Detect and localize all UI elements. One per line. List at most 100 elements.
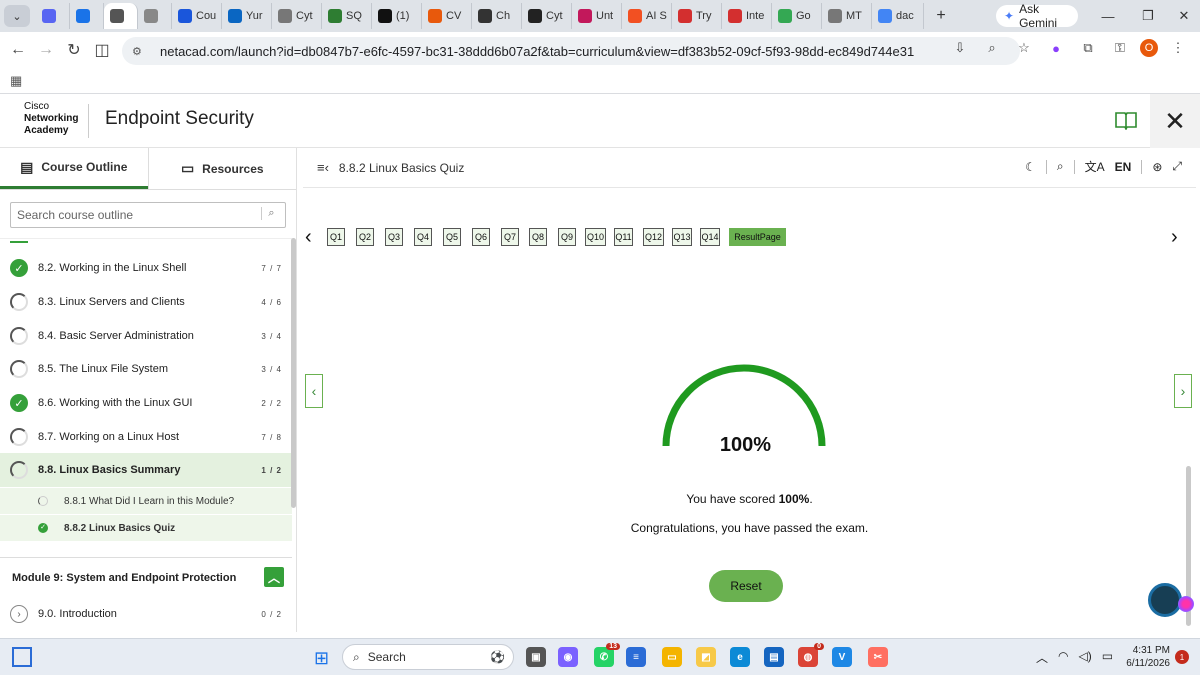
chevron-right-icon[interactable]: › [1171, 226, 1178, 249]
sidebar-item[interactable]: 8.4. Basic Server Administration 3 / 4 [0, 319, 292, 353]
edge-icon[interactable]: e [730, 647, 750, 667]
reload-icon[interactable]: ↻ [60, 36, 88, 64]
taskview-icon[interactable]: ▣ [526, 647, 546, 667]
bookmark-star-icon[interactable]: ☆ [1012, 36, 1036, 60]
next-page-button[interactable]: › [1174, 374, 1192, 408]
sidebar-item[interactable]: 8.5. The Linux File System 3 / 4 [0, 352, 292, 386]
back-icon[interactable]: ← [4, 36, 32, 64]
chevron-left-icon[interactable]: ‹ [305, 226, 312, 249]
search-icon[interactable]: ⌕ [261, 207, 281, 220]
browser-tab[interactable] [104, 3, 138, 29]
question-button[interactable]: Q11 [614, 228, 633, 246]
browser-tab[interactable] [70, 3, 104, 29]
expand-icon[interactable]: ⤢ [1172, 159, 1182, 174]
whatsapp-icon[interactable]: ✆ 13 [594, 643, 620, 667]
question-button[interactable]: Q13 [672, 228, 692, 246]
new-tab-button[interactable]: + [930, 7, 952, 25]
clock[interactable]: 4:31 PM 6/11/2026 [1124, 644, 1170, 670]
browser-tab[interactable] [36, 3, 70, 29]
address-bar[interactable]: ⚙ netacad.com/launch?id=db0847b7-e6fc-45… [122, 37, 1020, 65]
ask-gemini-button[interactable]: ✦ Ask Gemini [996, 2, 1078, 30]
extensions-icon[interactable]: ⧉ [1076, 36, 1100, 60]
previous-page-button[interactable]: ‹ [305, 374, 323, 408]
browser-tab[interactable]: Cou [172, 3, 222, 29]
profile-avatar[interactable]: O [1140, 39, 1158, 57]
close-course-button[interactable]: ✕ [1150, 94, 1200, 148]
translate-icon[interactable]: 文A [1085, 158, 1105, 175]
chevron-up-icon[interactable]: ︿ [1036, 649, 1048, 666]
copilot-icon[interactable]: ● [1044, 36, 1068, 60]
site-info-icon[interactable]: ⚙ [132, 45, 150, 58]
windows-start-icon[interactable]: ⊞ [314, 648, 329, 669]
browser-tab[interactable]: MT [822, 3, 872, 29]
question-button[interactable]: Q14 [700, 228, 720, 246]
question-button[interactable]: Q8 [529, 228, 547, 246]
question-button[interactable]: Q10 [585, 228, 606, 246]
apps-grid-icon[interactable]: ▦ [10, 73, 22, 89]
sidebar-item-9-0[interactable]: › 9.0. Introduction 0 / 2 [0, 597, 292, 631]
cisco-logo[interactable]: Cisco Networking Academy [24, 101, 78, 137]
minimize-button[interactable]: — [1088, 0, 1128, 32]
wifi-icon[interactable]: ◠ [1058, 649, 1068, 666]
window-close-button[interactable]: ✕ [1164, 0, 1200, 32]
dark-mode-icon[interactable]: ☾ [1025, 160, 1036, 174]
volume-icon[interactable]: ◁) [1079, 649, 1092, 666]
browser-tab[interactable]: Ch [472, 3, 522, 29]
sidebar-subitem[interactable]: ✓ 8.8.2 Linux Basics Quiz [0, 515, 292, 541]
install-app-icon[interactable]: ⇩ [948, 36, 972, 60]
language-label[interactable]: EN [1115, 160, 1132, 174]
browser-tab[interactable]: Unt [572, 3, 622, 29]
more-menu-icon[interactable]: ⋮ [1166, 36, 1190, 60]
file-explorer-icon[interactable]: ▭ [662, 647, 682, 667]
question-button[interactable]: Q12 [643, 228, 664, 246]
browser-tab[interactable]: Yur [222, 3, 272, 29]
question-button[interactable]: Q2 [356, 228, 374, 246]
browser-tab[interactable]: Cyt [272, 3, 322, 29]
browser-tab[interactable]: dac [872, 3, 924, 29]
taskbar-search[interactable]: ⌕ Search ⚽ [342, 644, 514, 670]
question-button[interactable]: Q5 [443, 228, 461, 246]
chevron-up-icon[interactable]: ︿ [264, 567, 284, 587]
result-page-button[interactable]: ResultPage [729, 228, 786, 246]
browser-tab[interactable]: AI S [622, 3, 672, 29]
tab-search-button[interactable]: ⌄ [4, 5, 30, 27]
browser-tab[interactable]: CV [422, 3, 472, 29]
sticky-notes-icon[interactable]: ◩ [696, 647, 716, 667]
password-icon[interactable]: ⚿ [1108, 36, 1132, 60]
browser-tab[interactable] [138, 3, 172, 29]
snipping-tool-icon[interactable]: ✂ [868, 647, 888, 667]
sidebar-item[interactable]: 8.7. Working on a Linux Host 7 / 8 [0, 420, 292, 454]
browser-tab[interactable]: (1) [372, 3, 422, 29]
search-icon[interactable]: ⌕ [1057, 159, 1064, 174]
accessibility-icon[interactable]: ⊛ [1152, 160, 1162, 174]
tab-resources[interactable]: ▭ Resources [147, 148, 297, 189]
restore-button[interactable]: ❐ [1128, 0, 1168, 32]
question-button[interactable]: Q9 [558, 228, 576, 246]
sidebar-subitem[interactable]: 8.8.1 What Did I Learn in this Module? [0, 488, 292, 514]
sidebar-item[interactable]: ✓ 8.2. Working in the Linux Shell 7 / 7 [0, 251, 292, 285]
chrome-icon[interactable]: ◍ 0 [798, 643, 824, 667]
reset-button[interactable]: Reset [709, 570, 783, 602]
browser-tab[interactable]: Go [772, 3, 822, 29]
collapse-menu-icon[interactable]: ≡‹ [317, 160, 329, 175]
question-button[interactable]: Q6 [472, 228, 490, 246]
tab-course-outline[interactable]: ▤ Course Outline [0, 148, 148, 189]
split-view-icon[interactable]: ◫ [88, 36, 116, 64]
question-button[interactable]: Q3 [385, 228, 403, 246]
notepad-icon[interactable]: ≡ [626, 647, 646, 667]
chat-app-icon[interactable]: ◉ [558, 647, 578, 667]
open-book-icon[interactable] [1110, 106, 1142, 134]
browser-tab[interactable]: Inte [722, 3, 772, 29]
outline-search-input[interactable]: Search course outline ⌕ [10, 202, 286, 228]
forward-icon[interactable]: → [32, 36, 60, 64]
notification-badge[interactable]: 1 [1175, 650, 1189, 664]
question-button[interactable]: Q4 [414, 228, 432, 246]
sidebar-scrollbar[interactable] [291, 238, 296, 508]
sidebar-item[interactable]: 8.8. Linux Basics Summary 1 / 2 [0, 453, 292, 487]
browser-tab[interactable]: Try [672, 3, 722, 29]
question-button[interactable]: Q1 [327, 228, 345, 246]
vscode-icon[interactable]: V [832, 647, 852, 667]
module-9-header[interactable]: Module 9: System and Endpoint Protection… [0, 557, 292, 597]
browser-tab[interactable]: Cyt [522, 3, 572, 29]
sidebar-item[interactable]: 8.3. Linux Servers and Clients 4 / 6 [0, 285, 292, 319]
